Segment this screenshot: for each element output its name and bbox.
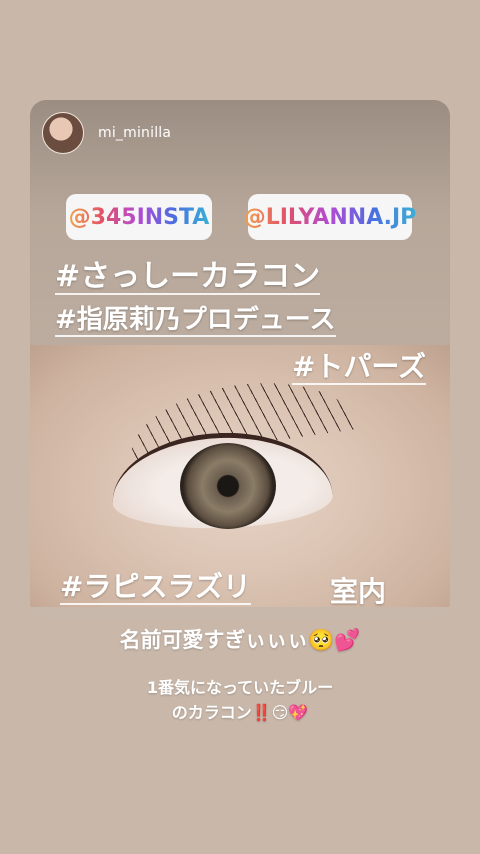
hashtag-sticker-3[interactable]: #トパーズ xyxy=(291,351,426,385)
iris-graphic xyxy=(180,443,276,529)
username[interactable]: mi_minilla xyxy=(98,125,171,141)
hashtag-sticker-4[interactable]: #ラピスラズリ xyxy=(60,571,251,605)
story-card: mi_minilla @345INSTA @LILYANNA.JP #さっしーカ… xyxy=(30,100,450,620)
avatar[interactable] xyxy=(42,112,84,154)
caption-line-2: 1番気になっていたブルー のカラコン‼️😏💖 xyxy=(0,676,480,726)
story-header: mi_minilla xyxy=(42,112,171,154)
caption-line-1: 名前可愛すぎぃぃぃ🥺💕 xyxy=(119,628,361,652)
room-label: 室内 xyxy=(330,575,387,608)
caption-line-2b: のカラコン‼️😏💖 xyxy=(171,702,309,722)
mention-sticker-1[interactable]: @345INSTA xyxy=(66,194,212,240)
hashtag-sticker-2[interactable]: #指原莉乃プロデュース xyxy=(55,306,336,337)
mention-sticker-2[interactable]: @LILYANNA.JP xyxy=(244,194,416,240)
mention-text: @LILYANNA.JP xyxy=(243,204,417,230)
hashtag-sticker-1[interactable]: #さっしーカラコン xyxy=(55,260,321,295)
caption-line-2a: 1番気になっていたブルー xyxy=(146,678,334,697)
mention-text: @345INSTA xyxy=(68,204,210,230)
